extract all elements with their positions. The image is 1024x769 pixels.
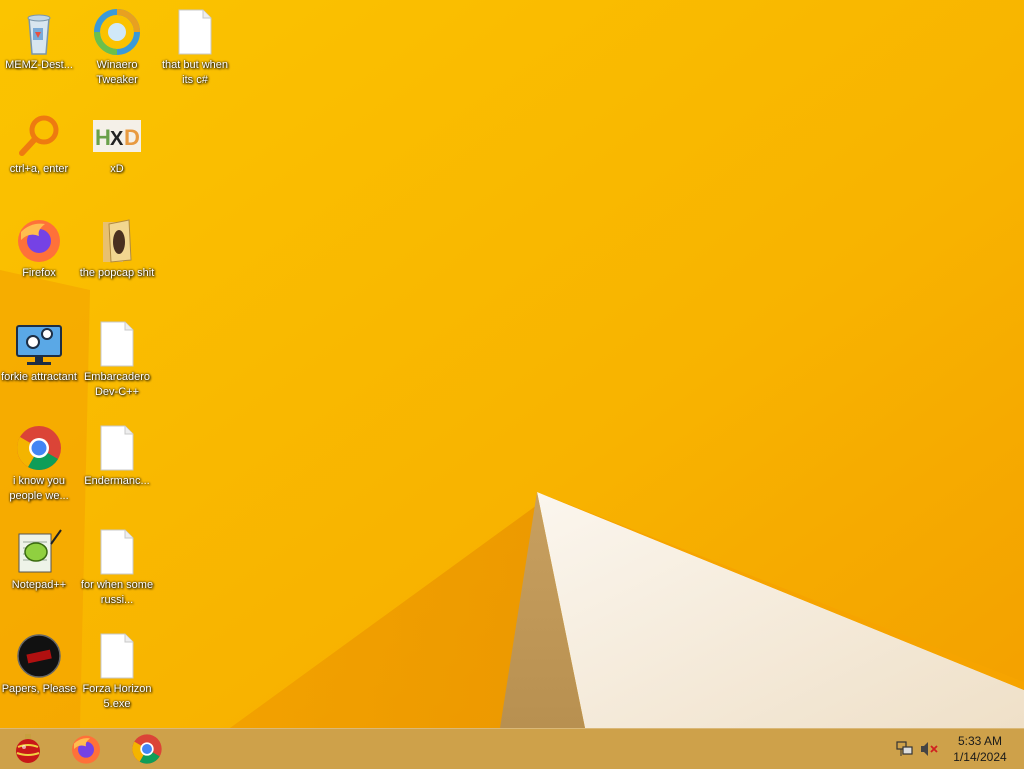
icon-label: Notepad++ (11, 579, 67, 591)
blank-file-icon (100, 633, 134, 679)
desktop-icon-ctrl-a-enter[interactable]: ctrl+a, enter (0, 104, 78, 204)
chrome-icon (17, 426, 61, 470)
magnifier-icon (19, 115, 59, 156)
desktop-icon-xd[interactable]: H X D xD (78, 104, 156, 204)
recycle-bin-icon (27, 14, 51, 55)
ornament-icon (16, 734, 40, 763)
desktop-icon-embarcadero[interactable]: Embarcadero Dev-C++ (78, 312, 156, 412)
icon-label: for when some russi... (80, 579, 154, 606)
icon-label: ctrl+a, enter (9, 163, 69, 175)
desktop-icon-forza-horizon-5[interactable]: Forza Horizon 5.exe (78, 624, 156, 724)
svg-text:X: X (110, 128, 124, 150)
volume-muted-icon[interactable] (920, 741, 938, 757)
firefox-icon (18, 220, 60, 262)
hxd-icon: H X D (93, 120, 141, 152)
blank-file-icon (100, 425, 134, 471)
svg-text:H: H (95, 125, 111, 150)
desktop-icon-for-when-some-russi[interactable]: for when some russi... (78, 520, 156, 620)
icon-label: Endermanc... (84, 475, 150, 487)
desktop-icon-popcap[interactable]: the popcap shit (78, 208, 156, 308)
desktop-icon-winaero-tweaker[interactable]: Winaero Tweaker (78, 0, 156, 100)
icon-label: i know you people we... (9, 475, 69, 502)
desktop-icon-papers-please[interactable]: Papers, Please (0, 624, 78, 724)
taskbar-button-chrome[interactable] (119, 729, 175, 769)
icon-label: Winaero Tweaker (96, 59, 138, 86)
desktop-icon-that-but-when-its-csharp[interactable]: that but when its c# (156, 0, 234, 100)
blank-file-icon (100, 321, 134, 367)
winaero-icon (94, 9, 140, 55)
icon-label: Papers, Please (1, 683, 77, 695)
desktop-icon-firefox[interactable]: Firefox (0, 208, 78, 308)
icon-label: that but when its c# (161, 59, 229, 86)
icon-label: Firefox (22, 267, 56, 279)
network-icon[interactable] (896, 741, 914, 757)
desktop-icon-notepadpp[interactable]: Notepad++ (0, 520, 78, 620)
icon-label: xD (110, 163, 124, 175)
desktop-icon-recycle-bin[interactable]: MEMZ-Dest... (0, 0, 78, 100)
icon-label: MEMZ-Dest... (5, 59, 73, 71)
blank-file-icon (178, 9, 212, 55)
icon-label: forkie attractant (1, 371, 77, 383)
desktop[interactable]: MEMZ-Dest... ctrl+a, enter Firefox forki… (0, 0, 1024, 728)
taskbar: 5:33 AM 1/14/2024 (0, 728, 1024, 769)
papers-please-icon (17, 634, 61, 678)
desktop-icon-endermanch[interactable]: Endermanc... (78, 416, 156, 516)
svg-text:D: D (124, 125, 140, 150)
taskbar-button-firefox[interactable] (58, 729, 114, 769)
notepadpp-icon (18, 529, 62, 573)
blank-file-icon (100, 529, 134, 575)
clock[interactable]: 5:33 AM 1/14/2024 (944, 733, 1016, 767)
firefox-icon (72, 735, 100, 764)
folder-icon (103, 219, 132, 263)
desktop-icon-forkie-attractant[interactable]: forkie attractant (0, 312, 78, 412)
icon-label: the popcap shit (79, 267, 155, 279)
desktop-icon-chrome[interactable]: i know you people we... (0, 416, 78, 516)
clock-time: 5:33 AM (957, 734, 1003, 748)
clock-date: 1/14/2024 (953, 750, 1007, 764)
taskbar-button-ornament[interactable] (0, 729, 56, 769)
chrome-icon (132, 734, 162, 764)
icon-label: Embarcadero Dev-C++ (83, 371, 151, 398)
icon-label: Forza Horizon 5.exe (82, 683, 152, 710)
settings-monitor-icon (16, 325, 62, 365)
